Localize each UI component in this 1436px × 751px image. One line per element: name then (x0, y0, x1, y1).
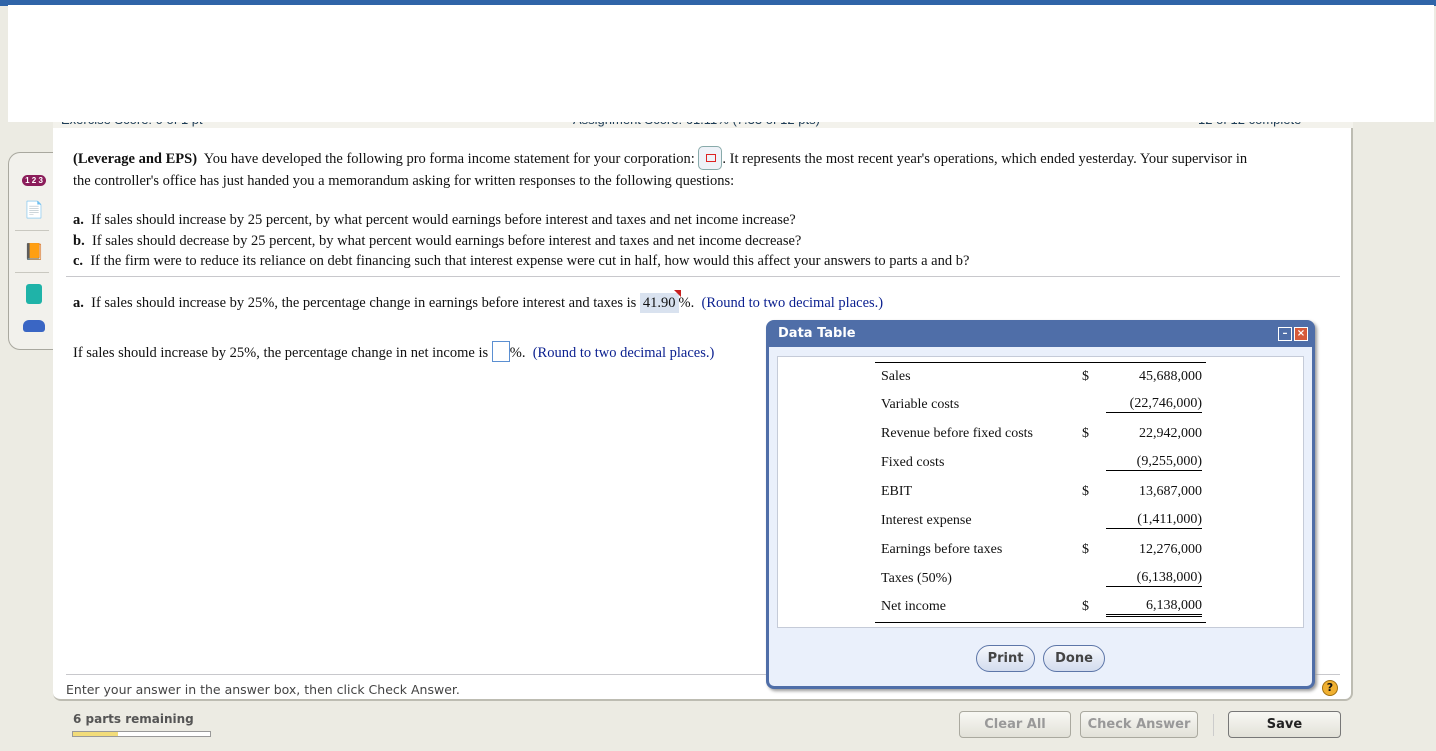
question-intro: (Leverage and EPS) You have developed th… (73, 146, 1323, 170)
income-statement-table: Sales $45,688,000 Variable costs (22,746,00… (875, 362, 1206, 623)
table-row: Interest expense (1,411,000) (875, 507, 1206, 535)
row-value: (1,411,000) (1106, 507, 1206, 535)
row-value: (6,138,000) (1106, 565, 1206, 593)
row-currency (1082, 507, 1106, 535)
help-me-solve-icon[interactable]: 📄 (21, 197, 47, 223)
row-value: 22,942,000 (1139, 425, 1202, 441)
row-currency (1082, 449, 1106, 477)
close-icon[interactable]: × (1294, 327, 1308, 341)
question-list-icon[interactable]: 1 2 3 (21, 167, 47, 193)
table-row: Earnings before taxes $12,276,000 (875, 535, 1206, 565)
parts-remaining: 6 parts remaining (73, 712, 194, 726)
table-row: Sales $45,688,000 (875, 363, 1206, 391)
row-currency (1082, 391, 1106, 419)
row-currency: $ (1082, 368, 1089, 384)
overlay-blank (8, 5, 1434, 122)
table-row: Taxes (50%) (6,138,000) (875, 565, 1206, 593)
row-currency: $ (1082, 483, 1089, 499)
divider (66, 276, 1340, 277)
clear-all-button[interactable]: Clear All (959, 711, 1071, 738)
row-label: Interest expense (881, 512, 972, 528)
ebit-change-answer[interactable]: 41.90 (639, 293, 679, 313)
part-a: a. If sales should increase by 25 percen… (73, 212, 796, 228)
row-value: (22,746,000) (1106, 391, 1206, 419)
table-row: EBIT $13,687,000 (875, 477, 1206, 507)
row-currency: $ (1082, 541, 1089, 557)
rounding-hint: (Round to two decimal places.) (532, 345, 715, 361)
print-button[interactable]: Print (976, 645, 1035, 672)
divider (1213, 714, 1214, 736)
question-title: (Leverage and EPS) (73, 151, 198, 167)
print-icon[interactable] (21, 313, 47, 339)
answer-a2: If sales should increase by 25%, the per… (73, 341, 714, 363)
row-label: Variable costs (881, 396, 960, 412)
table-row: Revenue before fixed costs $22,942,000 (875, 419, 1206, 449)
part-b: b. If sales should decrease by 25 percen… (73, 233, 802, 249)
side-toolbar: 1 2 3 📄 📙 (8, 152, 54, 350)
row-label: Sales (881, 368, 911, 384)
calculator-icon[interactable] (21, 281, 47, 307)
row-value: (9,255,000) (1106, 449, 1206, 477)
row-label: Earnings before taxes (881, 541, 1003, 557)
parts-progress-bar (72, 731, 211, 737)
row-value: 6,138,000 (1106, 593, 1206, 623)
row-currency: $ (1082, 599, 1089, 615)
row-value: 12,276,000 (1139, 541, 1202, 557)
intro-text: You have developed the following pro for… (203, 151, 695, 167)
income-statement: Sales $45,688,000 Variable costs (22,746,00… (777, 356, 1304, 628)
data-table-dialog: Data Table – × Sales $45,688,000 Variable c… (766, 320, 1315, 689)
dialog-title: Data Table (769, 323, 1312, 347)
row-label: Fixed costs (881, 454, 945, 470)
textbook-icon[interactable]: 📙 (21, 239, 47, 265)
row-label: Revenue before fixed costs (881, 425, 1033, 441)
progress-fill (73, 732, 119, 736)
net-income-change-input[interactable] (491, 341, 510, 362)
intro-text: . It represents the most recent year's o… (722, 151, 1248, 167)
row-value: 13,687,000 (1139, 483, 1202, 499)
data-table-icon[interactable] (698, 146, 723, 170)
check-answer-button[interactable]: Check Answer (1080, 711, 1198, 738)
save-button[interactable]: Save (1228, 711, 1341, 738)
table-row: Net income $6,138,000 (875, 593, 1206, 623)
intro-text-2: the controller's office has just handed … (73, 173, 735, 189)
row-label: Net income (881, 599, 946, 615)
row-currency (1082, 565, 1106, 593)
row-value: 45,688,000 (1139, 368, 1202, 384)
divider (15, 272, 49, 273)
help-icon[interactable]: ? (1322, 680, 1338, 696)
row-label: Taxes (50%) (881, 570, 952, 586)
answer-a1: a. If sales should increase by 25%, the … (73, 293, 884, 313)
part-c: c. If the firm were to reduce its relian… (73, 253, 970, 269)
row-label: EBIT (881, 483, 913, 499)
row-currency: $ (1082, 425, 1089, 441)
minimize-icon[interactable]: – (1278, 327, 1292, 341)
done-button[interactable]: Done (1043, 645, 1105, 672)
instruction-text: Enter your answer in the answer box, the… (66, 682, 460, 697)
divider (15, 230, 49, 231)
table-row: Fixed costs (9,255,000) (875, 449, 1206, 477)
table-row: Variable costs (22,746,000) (875, 391, 1206, 419)
rounding-hint: (Round to two decimal places.) (701, 295, 884, 311)
